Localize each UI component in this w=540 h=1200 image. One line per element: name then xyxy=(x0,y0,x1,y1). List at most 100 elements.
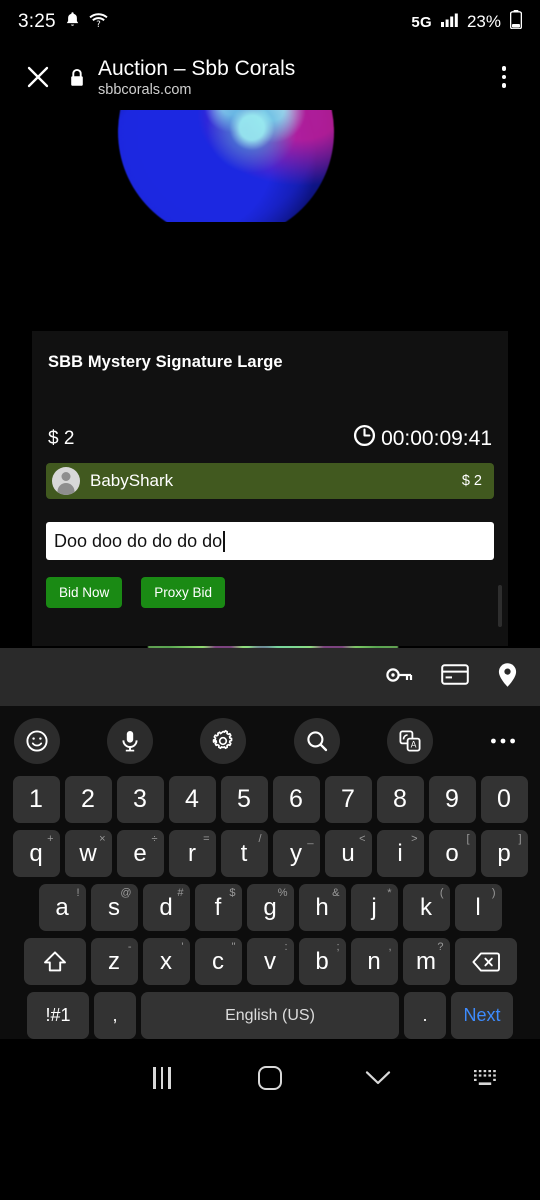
space-key[interactable]: English (US) xyxy=(141,992,399,1039)
key-5[interactable]: 5 xyxy=(220,776,268,823)
bid-input[interactable]: Doo doo do do do do xyxy=(46,522,494,560)
key-superscript: ' xyxy=(181,941,184,953)
key-label: u xyxy=(341,839,355,867)
key-k[interactable]: (k xyxy=(402,884,450,931)
key-3[interactable]: 3 xyxy=(116,776,164,823)
key-superscript: % xyxy=(277,887,288,899)
key-8[interactable]: 8 xyxy=(376,776,424,823)
scrollbar[interactable] xyxy=(498,427,505,627)
key-a[interactable]: ! a xyxy=(38,884,86,931)
status-bar-left: 3:25 ? xyxy=(18,11,108,33)
key-label: d xyxy=(159,893,173,921)
key-r[interactable]: = r xyxy=(168,830,216,877)
next-key[interactable]: Next xyxy=(451,992,513,1039)
price-timer-row: $ 2 00:00:09:41 xyxy=(46,424,494,453)
key-label: h xyxy=(315,893,329,921)
settings-gear-icon[interactable] xyxy=(200,718,247,764)
key-n[interactable]: ,n xyxy=(350,938,398,985)
key-s[interactable]: @ s xyxy=(90,884,138,931)
key-label: q xyxy=(29,839,43,867)
key-t[interactable]: / t xyxy=(220,830,268,877)
browser-titles[interactable]: Auction – Sbb Corals sbbcorals.com xyxy=(94,56,484,99)
signal-bars-icon xyxy=(440,13,458,32)
key-p[interactable]: ] p xyxy=(480,830,528,877)
key-4[interactable]: 4 xyxy=(168,776,216,823)
translate-icon[interactable]: A xyxy=(386,718,433,764)
backspace-key[interactable] xyxy=(454,938,517,985)
symbols-key[interactable]: !#1 xyxy=(27,992,89,1039)
clock-icon xyxy=(353,424,376,453)
keyboard-row-home: ! a @ s # d $ f% g & h * j(k) l xyxy=(0,884,540,931)
key-l[interactable]: ) l xyxy=(454,884,502,931)
chevron-down-icon[interactable] xyxy=(324,1070,432,1086)
key-f[interactable]: $ f xyxy=(194,884,242,931)
wifi-question-icon: ? xyxy=(89,12,108,33)
key-superscript: _ xyxy=(307,833,314,845)
keyboard-switch-icon[interactable] xyxy=(432,1069,540,1087)
key-z[interactable]: -z xyxy=(90,938,138,985)
bid-now-button[interactable]: Bid Now xyxy=(46,577,123,608)
key-h[interactable]: & h xyxy=(298,884,346,931)
more-vertical-icon[interactable] xyxy=(484,55,524,99)
key-1[interactable]: 1 xyxy=(12,776,60,823)
key-q[interactable]: + q xyxy=(12,830,60,877)
key-label: o xyxy=(445,839,459,867)
key-7[interactable]: 7 xyxy=(324,776,372,823)
key-label: p xyxy=(497,839,511,867)
emoji-icon[interactable] xyxy=(14,718,60,764)
key-superscript: , xyxy=(388,941,392,953)
shift-key[interactable] xyxy=(23,938,86,985)
period-key[interactable]: . xyxy=(404,992,446,1039)
key-u[interactable]: < u xyxy=(324,830,372,877)
key-superscript: = xyxy=(203,833,210,845)
home-icon[interactable] xyxy=(216,1066,324,1090)
key-m[interactable]: ? m xyxy=(402,938,450,985)
key-0[interactable]: 0 xyxy=(480,776,528,823)
key-j[interactable]: * j xyxy=(350,884,398,931)
proxy-bid-button[interactable]: Proxy Bid xyxy=(141,577,226,608)
key-b[interactable]: ; b xyxy=(298,938,346,985)
key-9[interactable]: 9 xyxy=(428,776,476,823)
more-horizontal-icon[interactable] xyxy=(480,718,526,764)
comma-key[interactable]: , xyxy=(94,992,136,1039)
key-v[interactable]: :v xyxy=(246,938,294,985)
key-superscript: ! xyxy=(76,887,80,899)
key-2[interactable]: 2 xyxy=(64,776,112,823)
microphone-icon[interactable] xyxy=(107,718,154,764)
key-superscript: - xyxy=(127,941,132,953)
status-bar: 3:25 ? 5G 23% xyxy=(0,0,540,44)
key-c[interactable]: " c xyxy=(194,938,242,985)
key-label: r xyxy=(188,839,196,867)
search-icon[interactable] xyxy=(293,718,340,764)
location-pin-icon[interactable] xyxy=(497,662,518,693)
key-superscript: @ xyxy=(120,887,132,899)
timer-value: 00:00:09:41 xyxy=(381,426,492,450)
key-icon[interactable] xyxy=(385,665,413,690)
key-e[interactable]: ÷ e xyxy=(116,830,164,877)
key-y[interactable]: _ y xyxy=(272,830,320,877)
key-superscript: ; xyxy=(336,941,340,953)
key-6[interactable]: 6 xyxy=(272,776,320,823)
credit-card-icon[interactable] xyxy=(441,664,469,690)
web-page-content: SBB Mystery Signature Large $ 2 00:00:09… xyxy=(0,110,540,648)
key-w[interactable]: × w xyxy=(64,830,112,877)
key-label: z xyxy=(108,947,120,975)
close-icon[interactable] xyxy=(16,55,60,99)
key-label: f xyxy=(214,893,222,921)
scrollbar-thumb[interactable] xyxy=(498,585,502,627)
key-g[interactable]: % g xyxy=(246,884,294,931)
key-x[interactable]: ' x xyxy=(142,938,190,985)
key-superscript: / xyxy=(258,833,262,845)
key-label: 5 xyxy=(237,785,251,813)
coral-image-top xyxy=(0,110,540,222)
key-i[interactable]: > i xyxy=(376,830,424,877)
key-o[interactable]: [o xyxy=(428,830,476,877)
key-superscript: " xyxy=(231,941,236,953)
user-avatar-icon xyxy=(52,467,80,495)
page-url: sbbcorals.com xyxy=(98,81,192,98)
keyboard-toolbar: A xyxy=(0,706,540,776)
recents-icon[interactable] xyxy=(108,1067,216,1089)
key-label: 6 xyxy=(289,785,303,813)
key-d[interactable]: # d xyxy=(142,884,190,931)
key-label: i xyxy=(397,839,403,867)
